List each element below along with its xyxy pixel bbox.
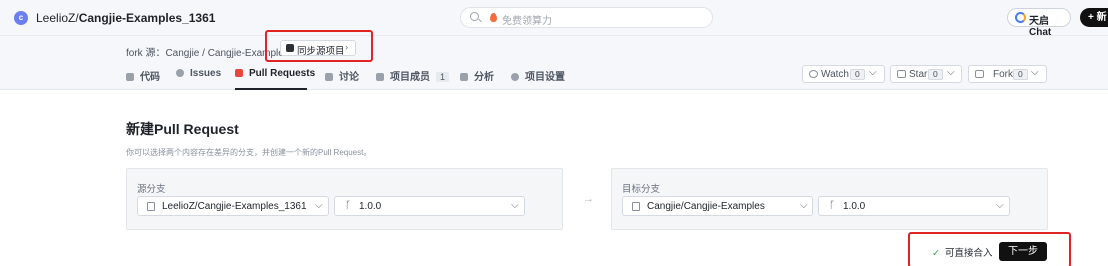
ai-chat-label: 天启Chat — [1029, 16, 1052, 38]
repo-avatar[interactable]: c — [14, 11, 28, 25]
fork-label: Fork — [993, 69, 1013, 80]
discussion-icon — [325, 73, 333, 81]
chevron-down-icon: ⌵ — [1031, 67, 1039, 78]
repo-name-link[interactable]: Cangjie-Examples_1361 — [79, 11, 216, 25]
fork-button[interactable]: Fork 0 ⌵ — [968, 65, 1047, 83]
tab-label: 项目成员 — [390, 72, 430, 83]
highlight-box — [265, 30, 373, 62]
search-placeholder: 免费领算力 — [502, 16, 552, 27]
eye-icon — [809, 70, 818, 78]
code-icon — [126, 73, 134, 81]
members-count: 1 — [436, 72, 450, 82]
fork-count: 0 — [1013, 69, 1028, 80]
repo-owner-link[interactable]: LeelioZ/ — [36, 11, 79, 25]
search-input[interactable]: 免费领算力 — [460, 7, 713, 28]
star-count: 0 — [928, 69, 943, 80]
ai-chat-button[interactable]: 天启Chat — [1007, 8, 1071, 38]
repo-nav-bar: fork 源：Cangjie / Cangjie-Examples 同步源项目 … — [0, 36, 1108, 90]
source-branch-select[interactable]: ᚴ 1.0.0 ⌵ — [334, 196, 525, 216]
tab-pull-requests[interactable]: Pull Requests — [235, 68, 315, 79]
settings-icon — [511, 73, 519, 81]
star-label: Star — [909, 69, 928, 80]
star-button[interactable]: Star 0 ⌵ — [890, 65, 962, 83]
tab-code[interactable]: 代码 — [126, 68, 160, 83]
chevron-down-icon: ⌵ — [869, 67, 877, 78]
target-branch-value: 1.0.0 — [843, 201, 866, 212]
chevron-down-icon: ⌵ — [315, 200, 323, 211]
repo-path[interactable]: LeelioZ/Cangjie-Examples_1361 — [36, 11, 215, 25]
tab-label: Issues — [190, 68, 222, 79]
chevron-down-icon: ⌵ — [947, 67, 955, 78]
branch-icon: ᚴ — [345, 200, 351, 211]
tab-label: 项目设置 — [525, 72, 565, 83]
highlight-box — [908, 232, 1071, 266]
page-description: 你可以选择两个内容存在差异的分支，并创建一个新的Pull Request。 — [126, 148, 372, 157]
fork-icon — [975, 70, 984, 78]
repo-icon — [632, 202, 640, 211]
tab-analytics[interactable]: 分析 — [460, 68, 494, 83]
members-icon — [376, 73, 384, 81]
top-bar: c LeelioZ/Cangjie-Examples_1361 免费领算力 天启… — [0, 0, 1108, 38]
watch-label: Watch — [821, 69, 849, 80]
chevron-down-icon: ⌵ — [511, 200, 519, 211]
target-repo-value: Cangjie/Cangjie-Examples — [647, 201, 765, 212]
tab-members[interactable]: 项目成员 1 — [376, 68, 450, 83]
page-title: 新建Pull Request — [126, 121, 239, 137]
tab-label: 分析 — [474, 72, 494, 83]
repo-icon — [147, 202, 155, 211]
search-icon — [470, 12, 479, 21]
tab-issues[interactable]: Issues — [176, 68, 221, 79]
source-repo-select[interactable]: LeelioZ/Cangjie-Examples_1361 ⌵ — [137, 196, 329, 216]
tab-label: 讨论 — [339, 72, 359, 83]
target-branch-select[interactable]: ᚴ 1.0.0 ⌵ — [818, 196, 1010, 216]
active-tab-indicator — [235, 88, 307, 90]
fire-icon — [490, 13, 497, 22]
chevron-down-icon: ⌵ — [996, 200, 1004, 211]
chevron-down-icon: ⌵ — [800, 200, 808, 211]
watch-button[interactable]: Watch 0 ⌵ — [802, 65, 885, 83]
star-icon — [897, 70, 906, 78]
issues-icon — [176, 69, 184, 77]
branch-icon: ᚴ — [829, 200, 835, 211]
tab-label: Pull Requests — [249, 68, 316, 79]
tab-label: 代码 — [140, 72, 160, 83]
watch-count: 0 — [850, 69, 865, 80]
source-branch-value: 1.0.0 — [359, 201, 382, 212]
chat-logo-icon — [1015, 12, 1026, 23]
arrow-right-icon: → — [583, 193, 594, 205]
source-repo-value: LeelioZ/Cangjie-Examples_1361 — [162, 201, 307, 212]
target-branch-panel: 目标分支 Cangjie/Cangjie-Examples ⌵ ᚴ 1.0.0 … — [611, 168, 1048, 230]
target-repo-select[interactable]: Cangjie/Cangjie-Examples ⌵ — [622, 196, 813, 216]
pull-request-icon — [235, 69, 243, 77]
new-button[interactable]: + 新 — [1080, 8, 1108, 27]
source-branch-panel: 源分支 LeelioZ/Cangjie-Examples_1361 ⌵ ᚴ 1.… — [126, 168, 563, 230]
target-branch-label: 目标分支 — [622, 184, 661, 195]
tab-settings[interactable]: 项目设置 — [511, 68, 565, 83]
analytics-icon — [460, 73, 468, 81]
source-branch-label: 源分支 — [137, 184, 166, 195]
tab-discussions[interactable]: 讨论 — [325, 68, 359, 83]
